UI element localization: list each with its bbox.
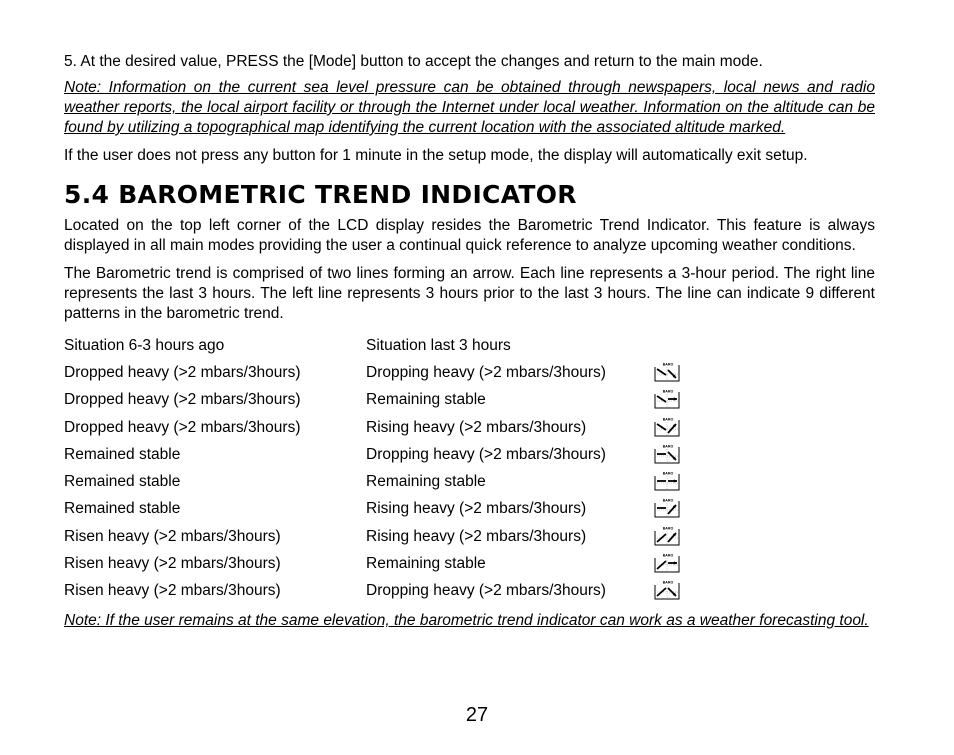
- svg-text:BARO: BARO: [663, 554, 674, 558]
- table-row: Dropped heavy (>2 mbars/3hours) Dropping …: [64, 359, 694, 386]
- trend-description: The Barometric trend is comprised of two…: [64, 265, 875, 322]
- timeout-text: If the user does not press any button fo…: [64, 147, 808, 164]
- cell-last: Remaining stable: [366, 391, 486, 409]
- baro-trend-down-up-icon: BARO: [654, 417, 680, 437]
- cell-prev: Dropped heavy (>2 mbars/3hours): [64, 363, 301, 381]
- step-5-text: 5. At the desired value, PRESS the [Mode…: [64, 53, 763, 70]
- baro-trend-down-down-icon: BARO: [654, 362, 680, 382]
- cell-icon: BARO: [654, 496, 694, 523]
- cell-icon: BARO: [654, 523, 694, 550]
- table-row: Risen heavy (>2 mbars/3hours) Dropping he…: [64, 578, 694, 605]
- cell-prev: Risen heavy (>2 mbars/3hours): [64, 555, 281, 573]
- cell-last: Rising heavy (>2 mbars/3hours): [366, 500, 587, 518]
- cell-last: Remaining stable: [366, 473, 486, 491]
- cell-icon: BARO: [654, 578, 694, 605]
- cell-prev: Remained stable: [64, 473, 181, 491]
- baro-trend-down-flat-icon: BARO: [654, 390, 680, 409]
- cell-prev: Remained stable: [64, 500, 181, 518]
- cell-icon: BARO: [654, 359, 694, 386]
- cell-icon: BARO: [654, 441, 694, 468]
- header-last: Situation last 3 hours: [366, 336, 511, 354]
- baro-trend-up-up-icon: BARO: [654, 526, 680, 546]
- trend-table: Situation 6-3 hours ago Situation last 3…: [64, 332, 694, 605]
- page-number: 27: [465, 704, 489, 726]
- cell-prev: Risen heavy (>2 mbars/3hours): [64, 527, 281, 545]
- svg-text:BARO: BARO: [663, 526, 674, 530]
- table-row: Dropped heavy (>2 mbars/3hours) Rising he…: [64, 414, 694, 441]
- cell-prev: Risen heavy (>2 mbars/3hours): [64, 582, 281, 600]
- cell-prev: Dropped heavy (>2 mbars/3hours): [64, 391, 301, 409]
- svg-text:BARO: BARO: [663, 499, 674, 503]
- pressure-note: Note: Information on the current sea lev…: [64, 79, 875, 136]
- cell-last: Dropping heavy (>2 mbars/3hours): [366, 445, 606, 463]
- table-row: Risen heavy (>2 mbars/3hours) Remaining s…: [64, 550, 694, 577]
- cell-prev: Dropped heavy (>2 mbars/3hours): [64, 418, 301, 436]
- baro-trend-flat-up-icon: BARO: [654, 499, 680, 518]
- table-header-row: Situation 6-3 hours ago Situation last 3…: [64, 332, 694, 359]
- svg-text:BARO: BARO: [663, 581, 674, 585]
- forecast-note: Note: If the user remains at the same el…: [64, 611, 869, 629]
- svg-text:BARO: BARO: [663, 472, 674, 476]
- header-prev: Situation 6-3 hours ago: [64, 336, 225, 354]
- table-row: Remained stable Remaining stable BARO: [64, 468, 694, 495]
- section-heading: 5.4 BAROMETRIC TREND INDICATOR: [64, 180, 577, 209]
- svg-text:BARO: BARO: [663, 444, 674, 448]
- cell-last: Dropping heavy (>2 mbars/3hours): [366, 363, 606, 381]
- cell-icon: BARO: [654, 414, 694, 441]
- table-row: Risen heavy (>2 mbars/3hours) Rising heav…: [64, 523, 694, 550]
- baro-trend-flat-down-icon: BARO: [654, 444, 680, 464]
- cell-last: Dropping heavy (>2 mbars/3hours): [366, 582, 606, 600]
- manual-page: 5. At the desired value, PRESS the [Mode…: [64, 52, 875, 639]
- indicator-description: Located on the top left corner of the LC…: [64, 217, 875, 254]
- cell-last: Remaining stable: [366, 555, 486, 573]
- baro-trend-flat-flat-icon: BARO: [654, 472, 680, 491]
- baro-trend-up-flat-icon: BARO: [654, 554, 680, 573]
- svg-text:BARO: BARO: [663, 362, 674, 366]
- baro-trend-up-down-icon: BARO: [654, 581, 680, 600]
- cell-last: Rising heavy (>2 mbars/3hours): [366, 418, 587, 436]
- cell-last: Rising heavy (>2 mbars/3hours): [366, 527, 587, 545]
- table-row: Dropped heavy (>2 mbars/3hours) Remaining…: [64, 387, 694, 414]
- svg-text:BARO: BARO: [663, 417, 674, 421]
- table-row: Remained stable Dropping heavy (>2 mbars/…: [64, 441, 694, 468]
- cell-prev: Remained stable: [64, 445, 181, 463]
- table-row: Remained stable Rising heavy (>2 mbars/3h…: [64, 496, 694, 523]
- cell-icon: BARO: [654, 387, 694, 414]
- cell-icon: BARO: [654, 550, 694, 577]
- cell-icon: BARO: [654, 468, 694, 495]
- svg-text:BARO: BARO: [663, 390, 674, 394]
